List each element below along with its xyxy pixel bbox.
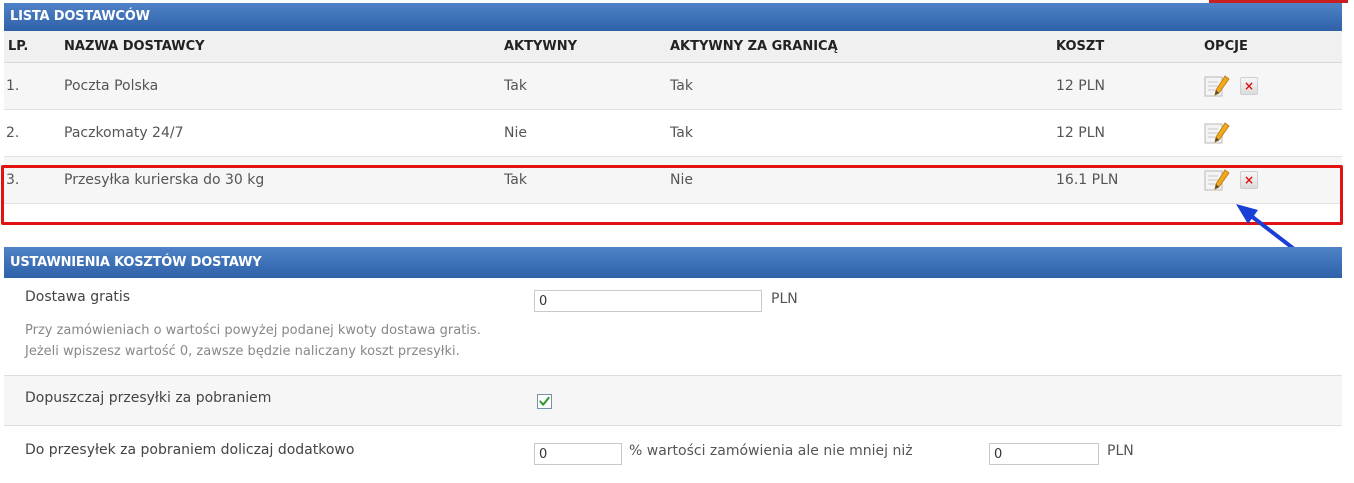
cod-surcharge-label: Do przesyłek za pobraniem doliczaj dodat… — [25, 442, 355, 458]
col-header-active: AKTYWNY — [500, 31, 666, 63]
cod-allowed-label: Dopuszczaj przesyłki za pobraniem — [25, 390, 272, 406]
edit-icon[interactable] — [1204, 121, 1230, 145]
edit-icon[interactable] — [1204, 168, 1230, 192]
row-lp: 2. — [4, 109, 60, 157]
row-active: Nie — [500, 109, 666, 157]
row-cost: 12 PLN — [1052, 109, 1200, 157]
free-shipping-hint-1: Przy zamówieniach o wartości powyżej pod… — [25, 323, 481, 338]
row-active: Tak — [500, 62, 666, 110]
free-shipping-unit: PLN — [771, 291, 798, 307]
row-lp: 1. — [4, 62, 60, 110]
row-options: × — [1200, 156, 1342, 204]
row-cost: 16.1 PLN — [1052, 156, 1200, 204]
cod-surcharge-setting: Do przesyłek za pobraniem doliczaj dodat… — [4, 426, 1342, 476]
col-header-options: OPCJE — [1200, 31, 1342, 63]
suppliers-panel: LISTA DOSTAWCÓW LP. NAZWA DOSTAWCY AKTYW… — [4, 3, 1342, 204]
cod-percent-input[interactable] — [534, 443, 622, 465]
row-options: × — [1200, 62, 1342, 110]
col-header-cost: KOSZT — [1052, 31, 1200, 63]
cod-surcharge-unit: PLN — [1107, 443, 1134, 459]
cod-allowed-setting: Dopuszczaj przesyłki za pobraniem — [4, 376, 1342, 426]
free-shipping-label: Dostawa gratis — [25, 289, 131, 305]
cod-surcharge-middle-text: % wartości zamówienia ale nie mniej niż — [629, 443, 913, 459]
table-row: 1. Poczta Polska Tak Tak 12 PLN × — [4, 62, 1342, 110]
delivery-settings-panel: USTAWNIENIA KOSZTÓW DOSTAWY Dostawa grat… — [4, 247, 1342, 476]
row-lp: 3. — [4, 156, 60, 204]
cod-allowed-checkbox[interactable] — [537, 394, 552, 409]
delete-icon[interactable]: × — [1240, 77, 1258, 95]
row-active-abroad: Tak — [666, 62, 1052, 110]
row-supplier-name: Paczkomaty 24/7 — [60, 109, 500, 157]
settings-panel-title: USTAWNIENIA KOSZTÓW DOSTAWY — [4, 247, 1342, 278]
table-header-row: LP. NAZWA DOSTAWCY AKTYWNY AKTYWNY ZA GR… — [4, 31, 1342, 63]
row-active: Tak — [500, 156, 666, 204]
row-active-abroad: Tak — [666, 109, 1052, 157]
free-shipping-input[interactable] — [534, 290, 762, 312]
checkmark-icon — [539, 396, 550, 406]
col-header-name: NAZWA DOSTAWCY — [60, 31, 500, 63]
free-shipping-setting: Dostawa gratis PLN Przy zamówieniach o w… — [4, 278, 1342, 376]
delete-icon[interactable]: × — [1240, 171, 1258, 189]
suppliers-table: LP. NAZWA DOSTAWCY AKTYWNY AKTYWNY ZA GR… — [4, 31, 1342, 204]
row-active-abroad: Nie — [666, 156, 1052, 204]
row-cost: 12 PLN — [1052, 62, 1200, 110]
cod-min-input[interactable] — [989, 443, 1099, 465]
row-supplier-name: Przesyłka kurierska do 30 kg — [60, 156, 500, 204]
col-header-active-abroad: AKTYWNY ZA GRANICĄ — [666, 31, 1052, 63]
suppliers-panel-title: LISTA DOSTAWCÓW — [4, 3, 1342, 31]
table-row: 2. Paczkomaty 24/7 Nie Tak 12 PLN — [4, 109, 1342, 157]
free-shipping-hint-2: Jeżeli wpiszesz wartość 0, zawsze będzie… — [25, 344, 460, 359]
row-supplier-name: Poczta Polska — [60, 62, 500, 110]
row-options — [1200, 109, 1342, 157]
col-header-lp: LP. — [4, 31, 60, 63]
table-row: 3. Przesyłka kurierska do 30 kg Tak Nie … — [4, 156, 1342, 204]
edit-icon[interactable] — [1204, 74, 1230, 98]
